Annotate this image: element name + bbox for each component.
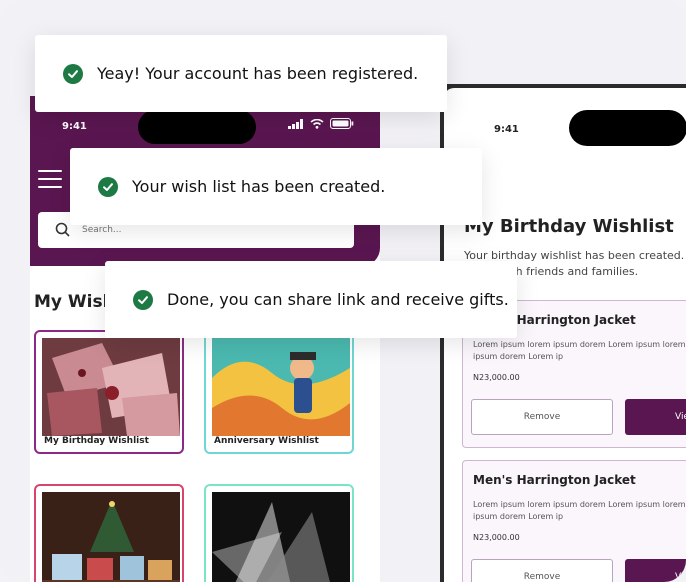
status-time: 9:41 [62, 121, 87, 132]
card-caption: My Birthday Wishlist [44, 436, 149, 446]
card-caption: Anniversary Wishlist [214, 436, 319, 446]
item-price: N23,000.00 [473, 533, 520, 542]
battery-icon [330, 118, 354, 129]
remove-button[interactable]: Remove [471, 399, 613, 435]
status-icons [288, 118, 354, 129]
card-image [212, 338, 350, 436]
check-circle-icon [98, 176, 118, 197]
card-image [42, 338, 180, 436]
success-toast: Done, you can share link and receive gif… [105, 261, 517, 338]
item-description: Lorem ipsum lorem ipsum dorem Lorem ipsu… [473, 340, 686, 361]
item-description: Lorem ipsum lorem ipsum dorem Lorem ipsu… [473, 500, 686, 521]
item-price: N23,000.00 [473, 373, 520, 382]
wishlist-card[interactable]: My Birthday Wishlist [34, 330, 184, 454]
success-toast: Your wish list has been created. [70, 148, 482, 225]
wishlist-card[interactable] [34, 484, 184, 582]
toast-message: Your wish list has been created. [132, 177, 386, 196]
view-button[interactable]: View [625, 559, 686, 582]
search-input[interactable] [80, 224, 284, 236]
wishlist-item: Men's Harrington Jacket Lorem ipsum lore… [462, 460, 686, 582]
dynamic-island [138, 110, 256, 144]
check-circle-icon [63, 63, 83, 84]
check-circle-icon [133, 289, 153, 310]
item-name: Men's Harrington Jacket [473, 473, 636, 487]
canvas: 9:41 My Wishlists [0, 0, 686, 582]
search-icon [55, 222, 70, 237]
card-image [212, 492, 350, 582]
dynamic-island [569, 110, 686, 146]
card-image [42, 492, 180, 582]
status-time: 9:41 [494, 124, 519, 135]
view-button[interactable]: View [625, 399, 686, 435]
signal-icon [288, 118, 303, 129]
wifi-icon [310, 118, 324, 129]
wishlist-title: My Birthday Wishlist [464, 216, 674, 237]
wishlist-card[interactable]: Anniversary Wishlist [204, 330, 354, 454]
remove-button[interactable]: Remove [471, 559, 613, 582]
toast-message: Yeay! Your account has been registered. [97, 64, 419, 83]
wishlist-card[interactable] [204, 484, 354, 582]
menu-icon[interactable] [38, 170, 62, 188]
toast-message: Done, you can share link and receive gif… [167, 290, 509, 309]
success-toast: Yeay! Your account has been registered. [35, 35, 447, 112]
